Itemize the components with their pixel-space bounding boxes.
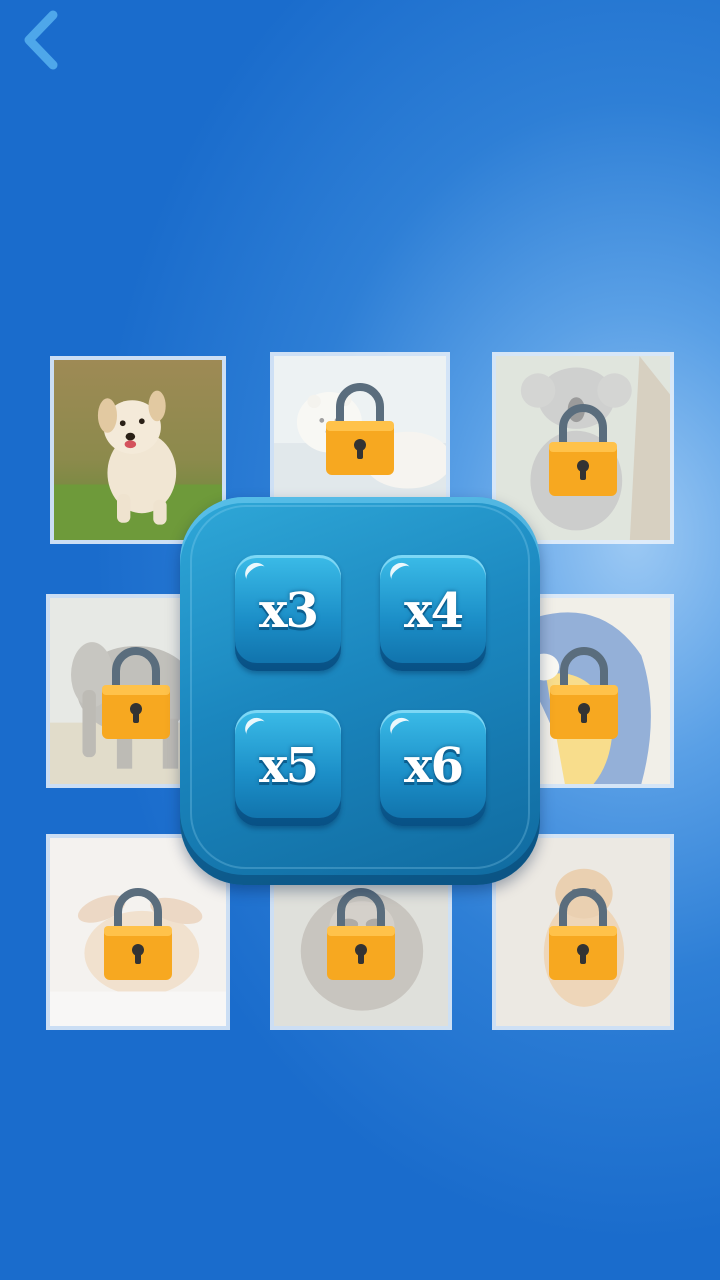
back-button[interactable]	[10, 6, 70, 74]
chevron-left-icon	[24, 10, 58, 70]
multiplier-label: x4	[403, 583, 464, 639]
multiplier-label: x6	[403, 738, 464, 794]
multiplier-panel: x3 x4 x5 x6	[180, 497, 540, 885]
padlock-icon	[547, 886, 619, 982]
padlock-icon	[547, 402, 619, 498]
multiplier-x3-button[interactable]: x3	[235, 555, 341, 671]
puzzle-tile-polar-bear[interactable]	[270, 352, 450, 502]
multiplier-label: x3	[258, 583, 319, 639]
padlock-icon	[548, 645, 620, 741]
padlock-icon	[325, 886, 397, 982]
puppy-image	[54, 360, 222, 540]
multiplier-x6-button[interactable]: x6	[380, 710, 486, 826]
padlock-icon	[100, 645, 172, 741]
padlock-icon	[102, 886, 174, 982]
multiplier-x4-button[interactable]: x4	[380, 555, 486, 671]
multiplier-label: x5	[258, 738, 319, 794]
padlock-icon	[324, 381, 396, 477]
multiplier-x5-button[interactable]: x5	[235, 710, 341, 826]
